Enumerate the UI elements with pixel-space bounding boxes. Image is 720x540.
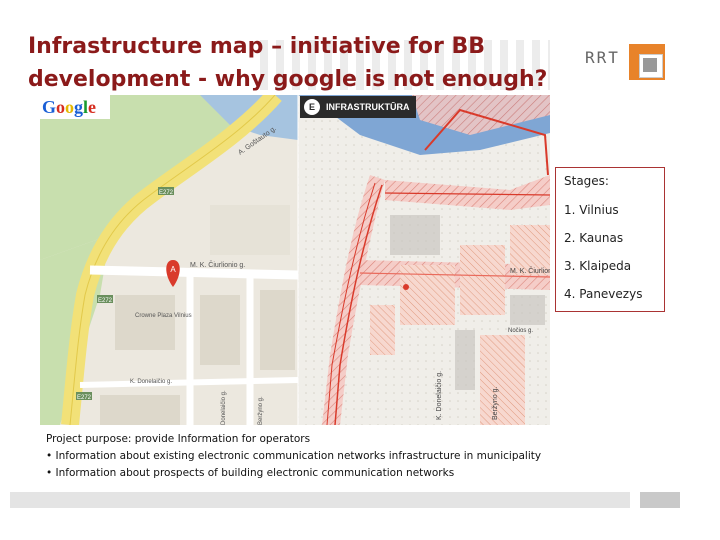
map-comparison: A E272 E272 E272 M. K. Čiurlionio g. Cro… (40, 95, 550, 425)
rrt-logo: RRT (585, 40, 685, 90)
stages-box: Stages: 1. Vilnius 2. Kaunas 3. Klaipeda… (555, 167, 665, 312)
title-line-2: development - why google is not enough? (28, 67, 548, 92)
svg-text:M. K. Čiurlionio g.: M. K. Čiurlionio g. (190, 260, 245, 269)
infrastruktura-badge: E INFRASTRUKTŪRA (300, 96, 416, 118)
footer-accent (640, 492, 680, 508)
svg-text:Crowne Plaza Vilnius: Crowne Plaza Vilnius (135, 313, 192, 319)
google-logo: Google (40, 95, 110, 119)
svg-text:M. K. Čiurlionio g.: M. K. Čiurlionio g. (510, 266, 550, 275)
svg-text:E272: E272 (98, 298, 113, 304)
stages-title: Stages: (564, 174, 609, 188)
svg-text:E272: E272 (159, 190, 174, 196)
infrastruktura-icon: E (304, 99, 320, 115)
svg-text:Beržyno g.: Beržyno g. (492, 386, 499, 420)
stage-item: 3. Klaipeda (564, 259, 632, 273)
slide-title: Infrastructure map – initiative for BB d… (28, 30, 558, 96)
map-svg: A E272 E272 E272 M. K. Čiurlionio g. Cro… (40, 95, 550, 425)
stage-item: 1. Vilnius (564, 203, 619, 217)
svg-text:Nočios g.: Nočios g. (508, 328, 533, 334)
svg-text:K. Donelaičio g.: K. Donelaičio g. (130, 379, 172, 385)
logo-square-icon (629, 44, 665, 80)
google-map-panel: A E272 E272 E272 M. K. Čiurlionio g. Cro… (40, 95, 299, 425)
infrastructure-map-panel: M. K. Čiurlionio g. Nočios g. K. Donelai… (298, 95, 550, 425)
badge-label: INFRASTRUKTŪRA (326, 102, 410, 112)
project-purpose: Project purpose: provide Information for… (46, 431, 606, 482)
stage-item: 2. Kaunas (564, 231, 624, 245)
purpose-bullet: • Information about existing electronic … (46, 450, 542, 462)
location-dot-icon (403, 284, 409, 290)
stage-item: 4. Panevezys (564, 287, 643, 301)
purpose-bullet: • Information about prospects of buildin… (46, 467, 455, 479)
svg-text:Donelaičio g.: Donelaičio g. (221, 390, 227, 425)
svg-text:K. Donelaičio g.: K. Donelaičio g. (436, 371, 443, 420)
svg-text:E272: E272 (77, 395, 92, 401)
svg-text:Beržyno g.: Beržyno g. (258, 396, 264, 425)
title-line-1: Infrastructure map – initiative for BB (28, 34, 486, 59)
svg-text:A: A (170, 265, 176, 274)
logo-text: RRT (585, 48, 620, 67)
footer-band (10, 492, 630, 508)
purpose-heading: Project purpose: provide Information for… (46, 433, 311, 445)
